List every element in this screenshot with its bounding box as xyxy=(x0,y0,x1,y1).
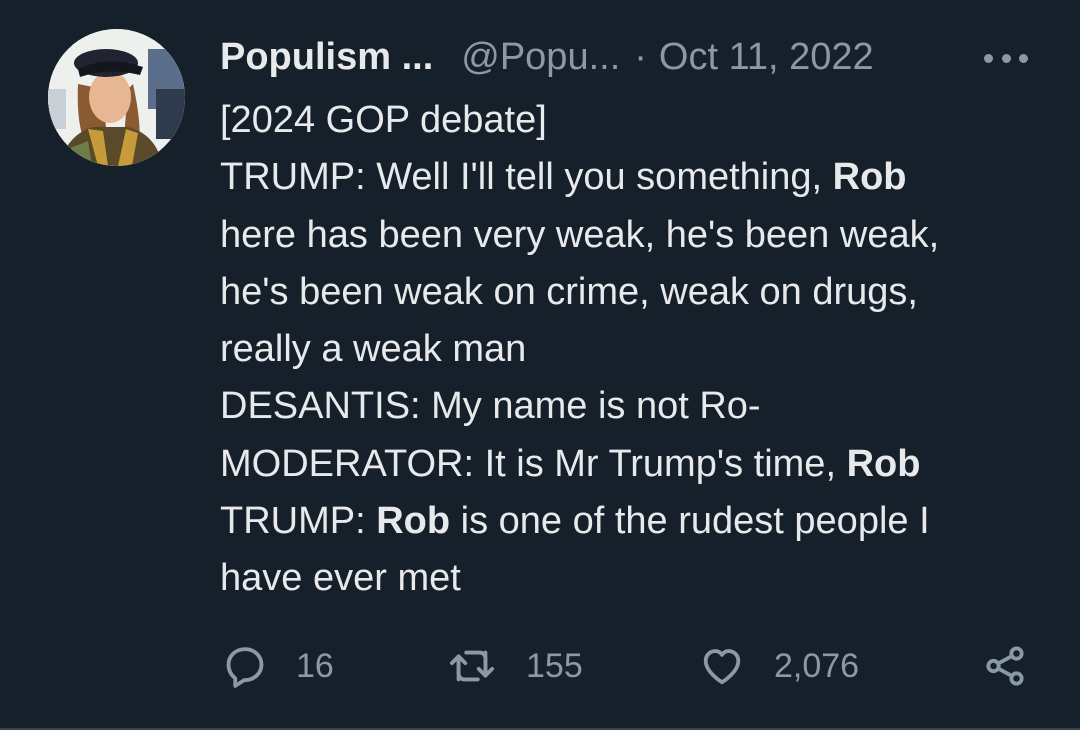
header-separator: · xyxy=(634,35,647,78)
tweet-text-line: [2024 GOP debate] xyxy=(220,92,1050,149)
reply-icon xyxy=(226,647,264,688)
tweet-text-line: really a weak man xyxy=(220,321,1050,378)
mention-name: Rob xyxy=(376,500,451,543)
like-count: 2,076 xyxy=(774,646,860,685)
retweet-icon xyxy=(449,650,495,682)
like-button[interactable]: 2,076 xyxy=(698,640,859,692)
tweet-text-run: TRUMP: xyxy=(220,500,377,543)
tweet-text-line: DESANTIS: My name is not Ro- xyxy=(220,378,1050,435)
author-handle[interactable]: @Popu... xyxy=(461,36,620,79)
tweet-text-line: have ever met xyxy=(220,550,1050,607)
profile-photo-icon xyxy=(48,29,185,166)
mention-name: Rob xyxy=(846,442,921,485)
mention-name: Rob xyxy=(832,156,907,199)
tweet-text-line: MODERATOR: It is Mr Trump's time, Rob xyxy=(220,436,1050,493)
action-bar: 16 155 2,076 xyxy=(0,640,1080,692)
tweet-text-run: is one of the rudest people I xyxy=(450,500,930,543)
more-dot xyxy=(1001,53,1011,63)
share-button[interactable] xyxy=(982,640,1028,692)
reply-button[interactable]: 16 xyxy=(222,640,334,692)
share-icon xyxy=(986,646,1024,686)
tweet-text-run: [2024 GOP debate] xyxy=(220,99,547,141)
like-icon xyxy=(703,649,741,685)
more-options-icon[interactable] xyxy=(984,48,1028,68)
tweet-text-line: here has been very weak, he's been weak, xyxy=(220,207,1050,264)
more-dot xyxy=(1019,53,1028,63)
reply-count: 16 xyxy=(296,646,334,685)
more-dot xyxy=(984,53,993,63)
tweet-text-run: he's been weak on crime, weak on drugs, xyxy=(220,270,918,313)
tweet: Populism ... @Popu... · Oct 11, 2022 [20… xyxy=(0,0,1080,730)
retweet-button[interactable]: 155 xyxy=(446,640,583,692)
tweet-text-line: he's been weak on crime, weak on drugs, xyxy=(220,264,1050,321)
tweet-text-run: here has been very weak, he's been weak, xyxy=(220,213,940,256)
tweet-text-run: have ever met xyxy=(220,557,461,600)
tweet-text-run: MODERATOR: It is Mr Trump's time, xyxy=(220,442,847,485)
tweet-text-run: really a weak man xyxy=(220,328,527,371)
tweet-header: Populism ... @Popu... · Oct 11, 2022 xyxy=(220,34,874,80)
tweet-text-line: TRUMP: Rob is one of the rudest people I xyxy=(220,493,1050,550)
author-display-name[interactable]: Populism ... xyxy=(220,36,433,79)
tweet-text: [2024 GOP debate] TRUMP: Well I'll tell y… xyxy=(220,92,1050,608)
tweet-date[interactable]: Oct 11, 2022 xyxy=(659,36,874,79)
tweet-text-line: TRUMP: Well I'll tell you something, Rob xyxy=(220,149,1050,206)
retweet-count: 155 xyxy=(526,646,583,685)
avatar[interactable] xyxy=(48,29,185,166)
tweet-text-run: TRUMP: Well I'll tell you something, xyxy=(220,156,833,199)
tweet-text-run: DESANTIS: My name is not Ro- xyxy=(220,385,761,428)
